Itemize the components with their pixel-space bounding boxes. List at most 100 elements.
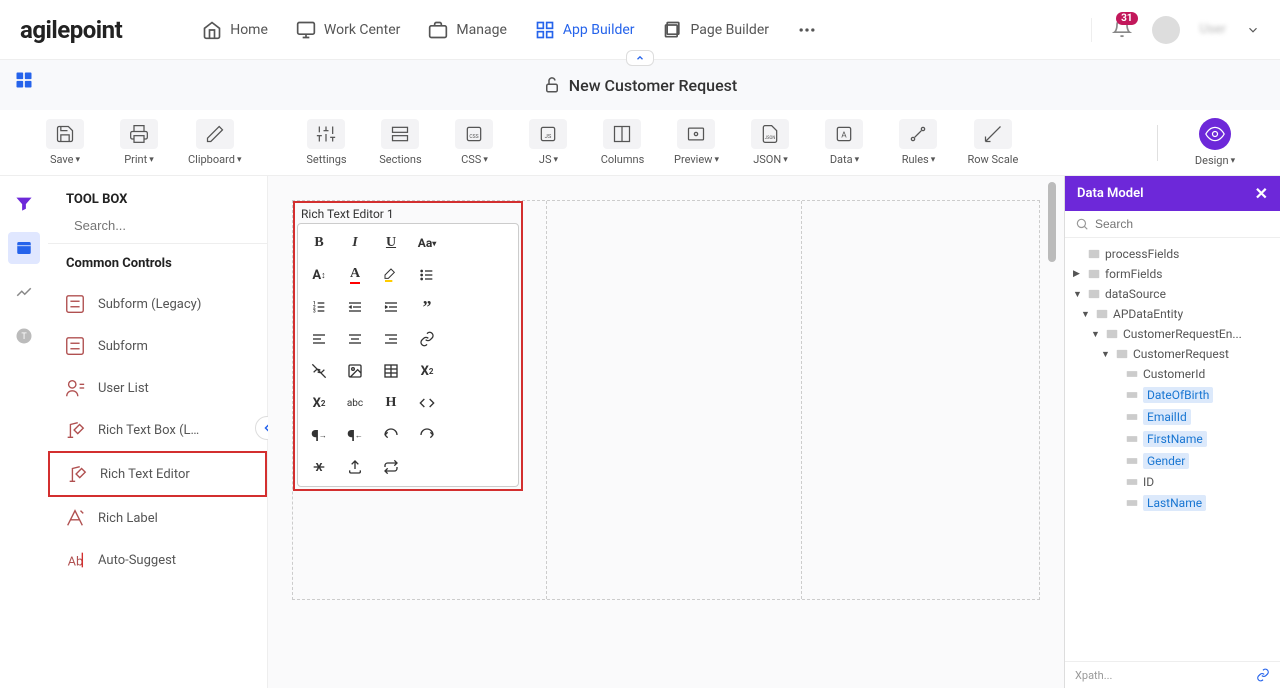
rte-bold[interactable]: B	[304, 230, 334, 256]
close-icon[interactable]: ✕	[1255, 184, 1268, 203]
rte-highlight[interactable]	[376, 262, 406, 288]
rail-text[interactable]: T	[8, 320, 40, 352]
layout-col-3[interactable]	[801, 201, 1039, 599]
chevron-down-icon[interactable]	[1246, 23, 1260, 37]
rte-font-size[interactable]: A↕	[304, 262, 334, 288]
tool-item-rich-text-editor[interactable]: Rich Text Editor	[48, 451, 267, 497]
tree-last-name[interactable]: LastName	[1069, 492, 1276, 514]
main-layout: T TOOL BOX Common Controls Subform (Lega…	[0, 176, 1280, 688]
print-icon	[129, 124, 149, 144]
tree-gender[interactable]: Gender	[1069, 450, 1276, 472]
rte-blockquote[interactable]: ”	[412, 294, 442, 320]
canvas[interactable]: Rich Text Editor 1 B I U Aa▾ A↕ A	[268, 176, 1064, 688]
rte-rtl[interactable]: ¶←	[340, 422, 370, 448]
tree-process-fields[interactable]: processFields	[1069, 244, 1276, 264]
save-label: Save	[50, 153, 74, 166]
save-button[interactable]: Save▾	[40, 119, 90, 166]
rte-ltr[interactable]: ¶→	[304, 422, 334, 448]
design-button[interactable]: Design▾	[1190, 118, 1240, 167]
tree-data-source[interactable]: ▼dataSource	[1069, 284, 1276, 304]
rte-bullet-list[interactable]	[412, 262, 442, 288]
rte-clear-format[interactable]: abc	[340, 390, 370, 416]
clipboard-button[interactable]: Clipboard▾	[188, 119, 241, 166]
css-icon: CSS	[464, 124, 484, 144]
layout-row[interactable]: Rich Text Editor 1 B I U Aa▾ A↕ A	[292, 200, 1040, 600]
settings-button[interactable]: Settings	[301, 119, 351, 166]
rte-superscript[interactable]: X2	[412, 358, 442, 384]
avatar[interactable]	[1152, 16, 1180, 44]
rte-strike[interactable]: X	[304, 454, 334, 480]
toolbox-search-input[interactable]	[74, 218, 250, 233]
tool-item-auto-suggest[interactable]: Ab Auto-Suggest	[48, 539, 267, 581]
data-model-search[interactable]	[1065, 211, 1280, 238]
css-label: CSS	[461, 153, 481, 166]
preview-button[interactable]: Preview▾	[671, 119, 721, 166]
layout-col-1[interactable]: Rich Text Editor 1 B I U Aa▾ A↕ A	[293, 201, 530, 599]
layout-col-2[interactable]	[546, 201, 784, 599]
rte-loop[interactable]	[376, 454, 406, 480]
collapse-tab[interactable]	[626, 50, 654, 66]
rich-text-editor-widget[interactable]: Rich Text Editor 1 B I U Aa▾ A↕ A	[293, 201, 523, 491]
toolbox-search[interactable]	[48, 217, 267, 244]
nav-app-builder[interactable]: App Builder	[535, 20, 635, 40]
notification-button[interactable]: 31	[1112, 18, 1132, 42]
rte-code[interactable]	[412, 390, 442, 416]
tree-first-name[interactable]: FirstName	[1069, 428, 1276, 450]
rte-unlink[interactable]	[304, 358, 334, 384]
nav-work-center[interactable]: Work Center	[296, 20, 401, 40]
rte-redo[interactable]	[412, 422, 442, 448]
rte-font-color[interactable]: A	[340, 262, 370, 288]
rail-toolbox[interactable]	[8, 232, 40, 264]
row-scale-button[interactable]: Row Scale	[967, 119, 1018, 166]
rte-export[interactable]	[340, 454, 370, 480]
rte-align-center[interactable]	[340, 326, 370, 352]
data-model-search-input[interactable]	[1095, 217, 1270, 231]
apps-icon-button[interactable]	[14, 70, 34, 94]
rte-heading[interactable]: H	[376, 390, 406, 416]
nav-page-builder[interactable]: Page Builder	[663, 20, 769, 40]
rte-link[interactable]	[412, 326, 442, 352]
rte-image[interactable]	[340, 358, 370, 384]
tool-item-user-list[interactable]: User List	[48, 367, 267, 409]
nav-more[interactable]	[797, 20, 817, 40]
js-button[interactable]: JS JS▾	[523, 119, 573, 166]
tool-item-rich-text-box[interactable]: Rich Text Box (L…	[48, 409, 267, 451]
tree-email-id[interactable]: EmailId	[1069, 406, 1276, 428]
rte-italic[interactable]: I	[340, 230, 370, 256]
tree-customer-request[interactable]: ▼CustomerRequest	[1069, 344, 1276, 364]
nav-home[interactable]: Home	[202, 20, 268, 40]
canvas-scrollbar[interactable]	[1048, 182, 1056, 262]
rail-stats[interactable]	[8, 276, 40, 308]
columns-button[interactable]: Columns	[597, 119, 647, 166]
tree-customer-id[interactable]: CustomerId	[1069, 364, 1276, 384]
rte-indent[interactable]	[376, 294, 406, 320]
tree-id[interactable]: ID	[1069, 472, 1276, 492]
data-button[interactable]: A Data▾	[819, 119, 869, 166]
rte-undo[interactable]	[376, 422, 406, 448]
css-button[interactable]: CSS CSS▾	[449, 119, 499, 166]
tool-item-subform[interactable]: Subform	[48, 325, 267, 367]
sections-button[interactable]: Sections	[375, 119, 425, 166]
rte-table[interactable]	[376, 358, 406, 384]
tree-ap-data-entity[interactable]: ▼APDataEntity	[1069, 304, 1276, 324]
json-button[interactable]: JSON JSON▾	[745, 119, 795, 166]
tree-customer-request-en[interactable]: ▼CustomerRequestEn...	[1069, 324, 1276, 344]
print-button[interactable]: Print▾	[114, 119, 164, 166]
data-model-tree: processFields ▶formFields ▼dataSource ▼A…	[1065, 238, 1280, 661]
nav-manage[interactable]: Manage	[428, 20, 506, 40]
rte-case[interactable]: Aa▾	[412, 230, 442, 256]
rte-subscript[interactable]: X2	[304, 390, 334, 416]
link-icon[interactable]	[1256, 668, 1270, 682]
rte-align-left[interactable]	[304, 326, 334, 352]
tool-item-rich-label[interactable]: Rich Label	[48, 497, 267, 539]
xpath-bar[interactable]: Xpath...	[1065, 661, 1280, 688]
rules-button[interactable]: Rules▾	[893, 119, 943, 166]
rail-filter[interactable]	[8, 188, 40, 220]
tree-form-fields[interactable]: ▶formFields	[1069, 264, 1276, 284]
rte-outdent[interactable]	[340, 294, 370, 320]
rte-numbered-list[interactable]: 123	[304, 294, 334, 320]
rte-align-right[interactable]	[376, 326, 406, 352]
rte-underline[interactable]: U	[376, 230, 406, 256]
tree-date-of-birth[interactable]: DateOfBirth	[1069, 384, 1276, 406]
tool-item-subform-legacy[interactable]: Subform (Legacy)	[48, 283, 267, 325]
